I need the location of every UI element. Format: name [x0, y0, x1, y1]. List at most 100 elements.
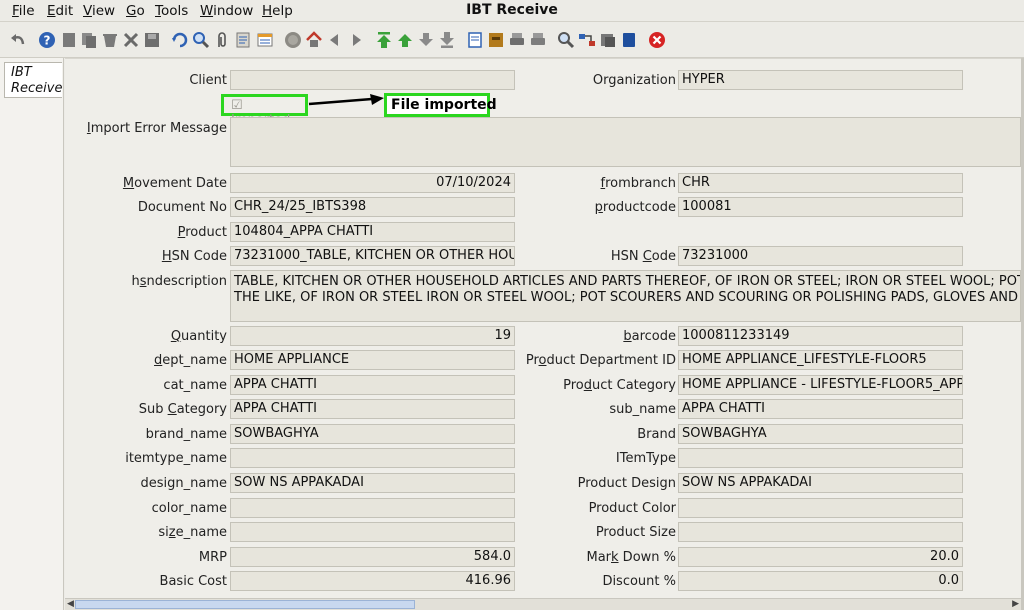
- report-icon[interactable]: [466, 31, 484, 49]
- refresh-icon[interactable]: [171, 31, 189, 49]
- mark-down-label: Mark Down %: [586, 550, 676, 565]
- document-no-field[interactable]: CHR_24/25_IBTS398: [230, 197, 515, 217]
- movement-date-label: Movement Date: [122, 176, 227, 191]
- product-department-id-field[interactable]: HOME APPLIANCE_LIFESTYLE-FLOOR5: [678, 350, 963, 370]
- quantity-field[interactable]: 19: [230, 326, 515, 346]
- product-category-field[interactable]: HOME APPLIANCE - LIFESTYLE-FLOOR5_APPA: [678, 375, 963, 395]
- horizontal-scrollbar[interactable]: ◀ ▶: [65, 598, 1021, 610]
- delete-selection-icon[interactable]: [122, 31, 140, 49]
- sub-name-label: sub_name: [609, 402, 676, 417]
- brand-name-label: brand_name: [145, 427, 227, 442]
- svg-text:?: ?: [44, 34, 51, 48]
- tab-label-line1: IBT: [11, 65, 32, 80]
- import-error-label: Import Error Message: [86, 121, 227, 136]
- hsndescription-label: hsndescription: [131, 274, 227, 289]
- history-icon[interactable]: [234, 31, 252, 49]
- hsn-code-left-label: HSN Code: [161, 249, 227, 264]
- itemtype-field[interactable]: [678, 448, 963, 468]
- basic-cost-label: Basic Cost: [159, 574, 227, 589]
- archive-icon[interactable]: [487, 31, 505, 49]
- color-name-label: color_name: [151, 501, 227, 516]
- hsn-code-left-field[interactable]: 73231000_TABLE, KITCHEN OR OTHER HOU: [230, 246, 515, 266]
- basic-cost-field[interactable]: 416.96: [230, 571, 515, 591]
- product-size-field[interactable]: [678, 522, 963, 542]
- dept-name-field[interactable]: HOME APPLIANCE: [230, 350, 515, 370]
- document-no-label: Document No: [137, 200, 227, 215]
- tab-strip: IBT Receive: [0, 58, 64, 610]
- mark-down-field[interactable]: 20.0: [678, 547, 963, 567]
- sub-category-field[interactable]: APPA CHATTI: [230, 399, 515, 419]
- movement-date-field[interactable]: 07/10/2024: [230, 173, 515, 193]
- barcode-field[interactable]: 1000811233149: [678, 326, 963, 346]
- zoom-across-icon[interactable]: [557, 31, 575, 49]
- cat-name-label: cat_name: [163, 378, 227, 393]
- brand-label: Brand: [637, 427, 676, 442]
- parent-icon[interactable]: [284, 31, 302, 49]
- sub-category-label: Sub Category: [138, 402, 227, 417]
- help-icon[interactable]: ?: [38, 31, 56, 49]
- scroll-right-icon[interactable]: ▶: [1012, 599, 1019, 609]
- close-icon[interactable]: [648, 31, 666, 49]
- hsn-code-right-field[interactable]: 73231000: [678, 246, 963, 266]
- product-design-label: Product Design: [577, 476, 676, 491]
- hsndescription-field[interactable]: TABLE, KITCHEN OR OTHER HOUSEHOLD ARTICL…: [230, 270, 1021, 322]
- product-size-label: Product Size: [595, 525, 676, 540]
- product-info-icon[interactable]: [620, 31, 638, 49]
- itemtype-name-field[interactable]: [230, 448, 515, 468]
- up-icon[interactable]: [396, 31, 414, 49]
- tab-ibt-receive[interactable]: IBT Receive: [4, 62, 62, 98]
- brand-field[interactable]: SOWBAGHYA: [678, 424, 963, 444]
- product-field[interactable]: 104804_APPA CHATTI: [230, 222, 515, 242]
- organization-label: Organization: [592, 73, 676, 88]
- undo-icon[interactable]: [9, 31, 27, 49]
- down-icon[interactable]: [417, 31, 435, 49]
- checkbox-checked-icon: ☑: [231, 98, 243, 113]
- organization-field[interactable]: HYPER: [678, 70, 963, 90]
- productcode-label: productcode: [594, 200, 676, 215]
- print-preview-icon[interactable]: [529, 31, 547, 49]
- brand-name-field[interactable]: SOWBAGHYA: [230, 424, 515, 444]
- imported-checkbox[interactable]: ☑ Imported: [221, 94, 308, 128]
- import-error-field[interactable]: [230, 117, 1021, 167]
- size-name-field[interactable]: [230, 522, 515, 542]
- last-icon[interactable]: [438, 31, 456, 49]
- workflow-icon[interactable]: [578, 31, 596, 49]
- client-field[interactable]: [230, 70, 515, 90]
- toolbar: ?: [0, 22, 1024, 58]
- window-title: IBT Receive: [466, 2, 558, 18]
- frombranch-field[interactable]: CHR: [678, 173, 963, 193]
- itemtype-label: ITemType: [615, 451, 676, 466]
- find-icon[interactable]: [192, 31, 210, 49]
- save-icon[interactable]: [143, 31, 161, 49]
- grid-toggle-icon[interactable]: [256, 31, 274, 49]
- product-design-field[interactable]: SOW NS APPAKADAI: [678, 473, 963, 493]
- design-name-field[interactable]: SOW NS APPAKADAI: [230, 473, 515, 493]
- new-icon[interactable]: [60, 31, 78, 49]
- record-form: Client Organization HYPER ☑ Imported Fil…: [65, 58, 1021, 598]
- product-category-label: Product Category: [563, 378, 676, 393]
- quantity-label: Quantity: [170, 329, 227, 344]
- horizontal-scroll-thumb[interactable]: [75, 600, 415, 609]
- attachment-icon[interactable]: [213, 31, 231, 49]
- design-name-label: design_name: [140, 476, 228, 491]
- product-color-field[interactable]: [678, 498, 963, 518]
- scroll-left-icon[interactable]: ◀: [67, 599, 74, 609]
- sub-name-field[interactable]: APPA CHATTI: [678, 399, 963, 419]
- first-icon[interactable]: [375, 31, 393, 49]
- next-icon[interactable]: [347, 31, 365, 49]
- copy-icon[interactable]: [80, 31, 98, 49]
- mrp-label: MRP: [198, 550, 227, 565]
- discount-field[interactable]: 0.0: [678, 571, 963, 591]
- file-imported-annotation: File imported: [384, 93, 497, 117]
- mrp-field[interactable]: 584.0: [230, 547, 515, 567]
- print-icon[interactable]: [508, 31, 526, 49]
- client-label: Client: [189, 73, 227, 88]
- delete-icon[interactable]: [101, 31, 119, 49]
- tab-label-line2: Receive: [11, 81, 63, 96]
- productcode-field[interactable]: 100081: [678, 197, 963, 217]
- previous-icon[interactable]: [326, 31, 344, 49]
- color-name-field[interactable]: [230, 498, 515, 518]
- home-icon[interactable]: [305, 31, 323, 49]
- request-icon[interactable]: [599, 31, 617, 49]
- cat-name-field[interactable]: APPA CHATTI: [230, 375, 515, 395]
